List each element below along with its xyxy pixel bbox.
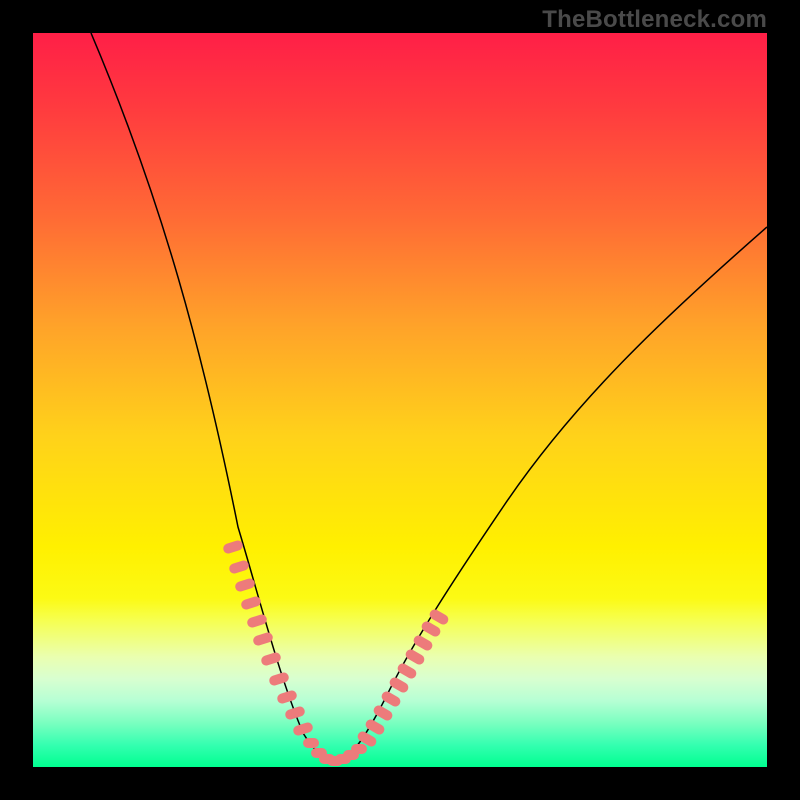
marker-dot bbox=[403, 667, 411, 675]
marker-dot bbox=[247, 599, 255, 607]
marker-pill bbox=[292, 721, 314, 737]
marker-dot bbox=[235, 563, 243, 571]
marker-group bbox=[222, 539, 450, 766]
marker-pill bbox=[388, 676, 410, 695]
marker-pill bbox=[404, 648, 426, 667]
bottleneck-curve bbox=[91, 33, 767, 762]
marker-pill bbox=[246, 613, 268, 629]
chart-area bbox=[33, 33, 767, 767]
marker-pill bbox=[351, 744, 367, 754]
attribution-text: TheBottleneck.com bbox=[542, 6, 767, 34]
marker-pill bbox=[372, 704, 394, 723]
marker-dot bbox=[259, 635, 267, 643]
marker-dot bbox=[419, 639, 427, 647]
marker-dot bbox=[371, 723, 379, 731]
marker-dot bbox=[275, 675, 283, 683]
curve-layer bbox=[33, 33, 767, 767]
marker-pill bbox=[234, 577, 256, 593]
marker-pill bbox=[303, 738, 319, 748]
marker-dot bbox=[291, 709, 299, 717]
marker-pill bbox=[222, 539, 244, 555]
marker-dot bbox=[387, 695, 395, 703]
marker-dot bbox=[435, 613, 443, 621]
